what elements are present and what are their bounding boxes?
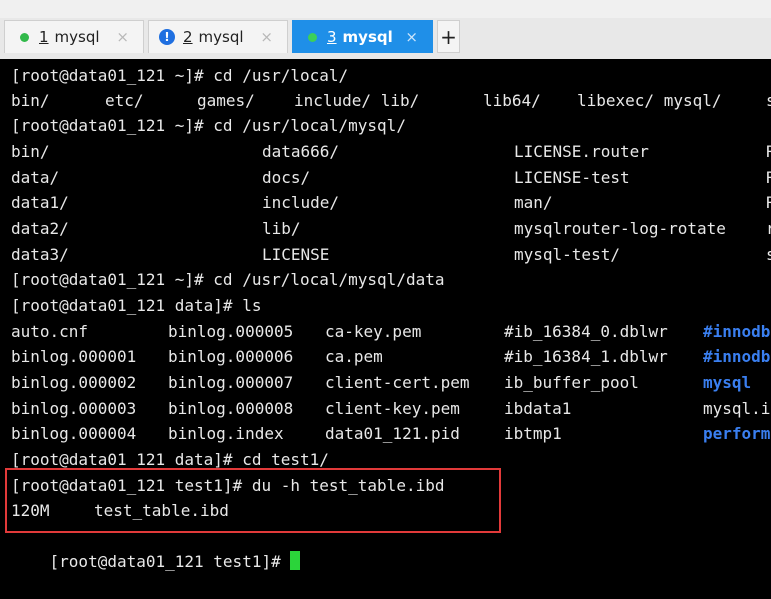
terminal-line: binlog.000002 binlog.000007 client-cert.… xyxy=(11,370,751,395)
file-entry: binlog.000001 xyxy=(11,347,137,366)
file-entry: #ib_16384_0.dblwr xyxy=(504,322,668,341)
terminal-line: [root@data01_121 ~]# cd /usr/local/ xyxy=(11,66,349,85)
dir-entry: #innodb xyxy=(703,322,771,341)
text-cursor xyxy=(290,551,301,570)
close-tab-icon[interactable]: × xyxy=(405,28,418,46)
file-entry: client-cert.pem xyxy=(325,373,470,392)
file-entry: binlog.000007 xyxy=(168,373,294,392)
dir-entry: s xyxy=(766,245,771,264)
terminal-line: data2/ lib/ mysqlrouter-log-rotate r xyxy=(11,216,771,241)
dir-entry: data1/ xyxy=(11,193,69,212)
dir-entry: include/ xyxy=(262,193,340,212)
file-entry: auto.cnf xyxy=(11,322,89,341)
dir-entry: LICENSE xyxy=(262,245,330,264)
file-entry: binlog.000008 xyxy=(168,399,294,418)
tab-label: mysql xyxy=(342,28,393,46)
dir-entry: R xyxy=(766,168,771,187)
close-tab-icon[interactable]: × xyxy=(260,28,273,46)
terminal-line: binlog.000003 binlog.000008 client-key.p… xyxy=(11,396,770,421)
tab-number: 1 xyxy=(39,28,49,46)
dir-entry: R xyxy=(766,142,771,161)
new-tab-button[interactable]: + xyxy=(437,20,460,53)
file-entry: client-key.pem xyxy=(325,399,460,418)
terminal-line: bin/ etc/ games/ include/ lib/ lib64/ li… xyxy=(11,88,771,113)
terminal-line: [root@data01_121 ~]# cd /usr/local/mysql… xyxy=(11,116,406,135)
dir-entry: lib64/ xyxy=(483,91,541,110)
dir-entry: man/ xyxy=(514,193,553,212)
dir-entry: R xyxy=(766,193,771,212)
dir-entry: data3/ xyxy=(11,245,69,264)
dir-entry: data2/ xyxy=(11,219,69,238)
highlight-box xyxy=(5,468,501,533)
file-entry: binlog.000006 xyxy=(168,347,294,366)
terminal-line: [root@data01_121 ~]# cd /usr/local/mysql… xyxy=(11,270,445,289)
file-entry: ca-key.pem xyxy=(325,322,422,341)
file-entry: binlog.000005 xyxy=(168,322,294,341)
dir-entry: games/ xyxy=(197,91,255,110)
dir-entry: r xyxy=(766,219,771,238)
file-entry: ibdata1 xyxy=(504,399,572,418)
dir-entry: mysql-test/ xyxy=(514,245,620,264)
connected-status-icon xyxy=(20,32,29,42)
connected-status-icon xyxy=(308,32,317,42)
tab-session-3[interactable]: 3 mysql × xyxy=(292,20,433,53)
dir-entry: perform xyxy=(703,424,771,443)
terminal-line: binlog.000004 binlog.index data01_121.pi… xyxy=(11,421,770,446)
dir-entry: #innodb xyxy=(703,347,771,366)
dir-entry: LICENSE-test xyxy=(514,168,630,187)
dir-entry: lib/ xyxy=(262,219,301,238)
warning-icon: ! xyxy=(159,29,175,45)
tab-session-1[interactable]: 1 mysql × xyxy=(4,20,144,53)
dir-entry: data666/ xyxy=(262,142,340,161)
terminal-line: data1/ include/ man/ R xyxy=(11,190,771,215)
dir-entry: LICENSE.router xyxy=(514,142,649,161)
tab-number: 2 xyxy=(183,28,193,46)
file-entry: binlog.000002 xyxy=(11,373,137,392)
dir-entry: etc/ xyxy=(105,91,144,110)
terminal-line: bin/ data666/ LICENSE.router R xyxy=(11,139,771,164)
file-entry: ibtmp1 xyxy=(504,424,562,443)
dir-entry: docs/ xyxy=(262,168,311,187)
tab-session-2[interactable]: ! 2 mysql × xyxy=(148,20,288,53)
dir-entry: s xyxy=(766,91,771,110)
terminal-line: data3/ LICENSE mysql-test/ s xyxy=(11,242,771,267)
dir-entry: mysql xyxy=(703,373,752,392)
dir-entry: bin/ xyxy=(11,142,50,161)
tab-label: mysql xyxy=(198,28,244,46)
tab-bar: 1 mysql × ! 2 mysql × 3 mysql × + xyxy=(0,0,771,59)
file-entry: mysql.i xyxy=(703,399,771,418)
close-tab-icon[interactable]: × xyxy=(116,28,129,46)
window-top-strip xyxy=(0,0,771,18)
shell-prompt: [root@data01_121 test1]# xyxy=(49,552,291,571)
dir-entry: mysqlrouter-log-rotate xyxy=(514,219,726,238)
terminal-output[interactable]: [root@data01_121 ~]# cd /usr/local/ bin/… xyxy=(0,59,771,575)
file-entry: #ib_16384_1.dblwr xyxy=(504,347,668,366)
file-entry: ib_buffer_pool xyxy=(504,373,639,392)
file-entry: binlog.000004 xyxy=(11,424,137,443)
file-entry: binlog.index xyxy=(168,424,284,443)
file-entry: ca.pem xyxy=(325,347,383,366)
dir-entry: bin/ xyxy=(11,91,50,110)
terminal-line: auto.cnf binlog.000005 ca-key.pem #ib_16… xyxy=(11,319,770,344)
terminal-line: data/ docs/ LICENSE-test R xyxy=(11,165,771,190)
dir-entry: include/ lib/ xyxy=(294,91,420,110)
terminal-line: [root@data01_121 data]# ls xyxy=(11,296,262,315)
terminal-line: binlog.000001 binlog.000006 ca.pem #ib_1… xyxy=(11,344,770,369)
file-entry: binlog.000003 xyxy=(11,399,137,418)
tab-label: mysql xyxy=(54,28,100,46)
tab-number: 3 xyxy=(327,28,337,46)
dir-entry: libexec/ mysql/ xyxy=(577,91,722,110)
dir-entry: data/ xyxy=(11,168,60,187)
file-entry: data01_121.pid xyxy=(325,424,460,443)
